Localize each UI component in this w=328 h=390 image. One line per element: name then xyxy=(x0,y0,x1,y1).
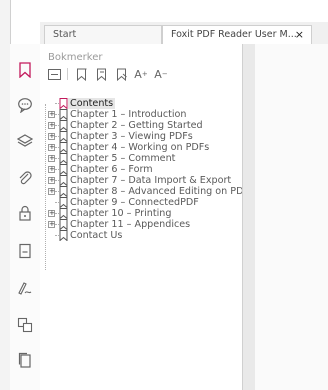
bookmark-row[interactable]: + Chapter 8 – Advanced Editing on PD xyxy=(46,186,244,197)
content-icon[interactable] xyxy=(10,312,40,338)
bookmark-toolbar: A + A − xyxy=(46,66,173,82)
bookmark-label: Chapter 4 – Working on PDFs xyxy=(70,142,210,153)
bookmark-label: Chapter 10 – Printing xyxy=(70,208,172,219)
panel-splitter[interactable] xyxy=(242,44,256,390)
tab-start[interactable]: Start xyxy=(44,25,162,44)
comment-icon[interactable] xyxy=(10,92,40,118)
bookmark-label: Chapter 2 – Getting Started xyxy=(70,120,203,131)
add-bookmark-icon[interactable] xyxy=(73,66,89,82)
bookmark-icon xyxy=(59,208,68,219)
bookmark-icon xyxy=(59,153,68,164)
signature-icon[interactable] xyxy=(10,275,40,301)
toolbar-divider xyxy=(67,68,68,80)
increase-font-icon[interactable]: A + xyxy=(133,66,149,82)
bookmark-icon xyxy=(59,175,68,186)
decrease-font-minus: − xyxy=(161,70,168,78)
expand-toggle-icon[interactable]: + xyxy=(48,111,55,118)
expand-toggle-icon[interactable]: + xyxy=(48,177,55,184)
expand-toggle-icon[interactable]: + xyxy=(48,155,55,162)
panel-title: Bokmerker xyxy=(48,52,103,63)
bookmark-row[interactable]: + Chapter 1 – Introduction xyxy=(46,109,242,120)
bookmark-icon xyxy=(59,131,68,142)
bookmark-icon[interactable] xyxy=(10,57,40,83)
page-icon[interactable] xyxy=(10,238,40,264)
expand-toggle-icon[interactable]: + xyxy=(48,122,55,129)
bookmark-label: Chapter 11 – Appendices xyxy=(70,219,191,230)
bookmark-row[interactable]: + Chapter 7 – Data Import & Export xyxy=(46,175,242,186)
bookmark-icon xyxy=(59,230,68,241)
bookmark-icon xyxy=(59,98,68,109)
bookmark-label: Chapter 7 – Data Import & Export xyxy=(70,175,232,186)
bookmark-label: Chapter 5 – Comment xyxy=(70,153,176,164)
bookmark-icon xyxy=(59,120,68,131)
expand-toggle-icon[interactable]: + xyxy=(48,221,55,228)
tab-bar: Start Foxit PDF Reader User M... × xyxy=(40,22,328,45)
bookmark-label: Contact Us xyxy=(70,230,123,241)
pages-icon[interactable] xyxy=(10,347,40,373)
bookmark-icon xyxy=(59,197,68,208)
bookmark-row[interactable]: + Chapter 6 – Form xyxy=(46,164,242,175)
tab-document-label: Foxit PDF Reader User M... xyxy=(171,29,297,40)
bookmark-row[interactable]: + Chapter 11 – Appendices xyxy=(46,219,242,230)
tab-document[interactable]: Foxit PDF Reader User M... × xyxy=(162,25,312,44)
bookmark-icon xyxy=(59,219,68,230)
bookmark-row[interactable]: + Chapter 2 – Getting Started xyxy=(46,120,242,131)
increase-font-plus: + xyxy=(141,70,148,78)
bookmark-row[interactable]: + Chapter 5 – Comment xyxy=(46,153,242,164)
bookmark-icon xyxy=(59,186,68,197)
navigation-toolstrip xyxy=(10,44,40,390)
bookmark-label: Chapter 9 – ConnectedPDF xyxy=(70,197,199,208)
bookmark-icon xyxy=(59,109,68,120)
decrease-font-icon[interactable]: A − xyxy=(153,66,169,82)
bookmark-row[interactable]: Contents xyxy=(46,98,242,109)
increase-font-glyph: A xyxy=(134,67,142,81)
bookmark-label: Contents xyxy=(68,98,116,109)
document-view[interactable] xyxy=(255,44,328,390)
bookmark-row[interactable]: + Chapter 4 – Working on PDFs xyxy=(46,142,242,153)
options-menu-icon[interactable] xyxy=(46,66,62,82)
expand-toggle-icon[interactable]: + xyxy=(48,210,55,217)
tab-start-label: Start xyxy=(53,29,77,40)
expand-toggle-icon[interactable]: + xyxy=(48,188,55,195)
bookmark-label: Chapter 6 – Form xyxy=(70,164,153,175)
decrease-font-glyph: A xyxy=(154,67,162,81)
lock-icon[interactable] xyxy=(10,200,40,226)
bookmark-row[interactable]: + Chapter 10 – Printing xyxy=(46,208,242,219)
bookmark-icon xyxy=(59,164,68,175)
expand-toggle-icon[interactable]: + xyxy=(48,166,55,173)
bookmark-label: Chapter 3 – Viewing PDFs xyxy=(70,131,193,142)
bookmark-icon xyxy=(59,142,68,153)
layers-icon[interactable] xyxy=(10,128,40,154)
bookmark-tree: Contents + Chapter 1 – Introduction + Chapte… xyxy=(46,98,244,241)
bookmarks-panel: Bokmerker A + A − Contents + Chapter 1 – Int… xyxy=(40,44,277,390)
expand-toggle-icon[interactable]: + xyxy=(48,144,55,151)
add-child-bookmark-icon[interactable] xyxy=(93,66,109,82)
bookmark-label: Chapter 1 – Introduction xyxy=(70,109,187,120)
expand-toggle-icon[interactable]: + xyxy=(48,133,55,140)
delete-bookmark-icon[interactable] xyxy=(113,66,129,82)
bookmark-label: Chapter 8 – Advanced Editing on PD xyxy=(70,186,244,197)
bookmark-row[interactable]: + Chapter 3 – Viewing PDFs xyxy=(46,131,242,142)
attachment-icon[interactable] xyxy=(10,165,40,191)
close-icon[interactable]: × xyxy=(295,26,304,43)
bookmark-row[interactable]: Chapter 9 – ConnectedPDF xyxy=(46,197,242,208)
bookmark-row[interactable]: Contact Us xyxy=(46,230,242,241)
